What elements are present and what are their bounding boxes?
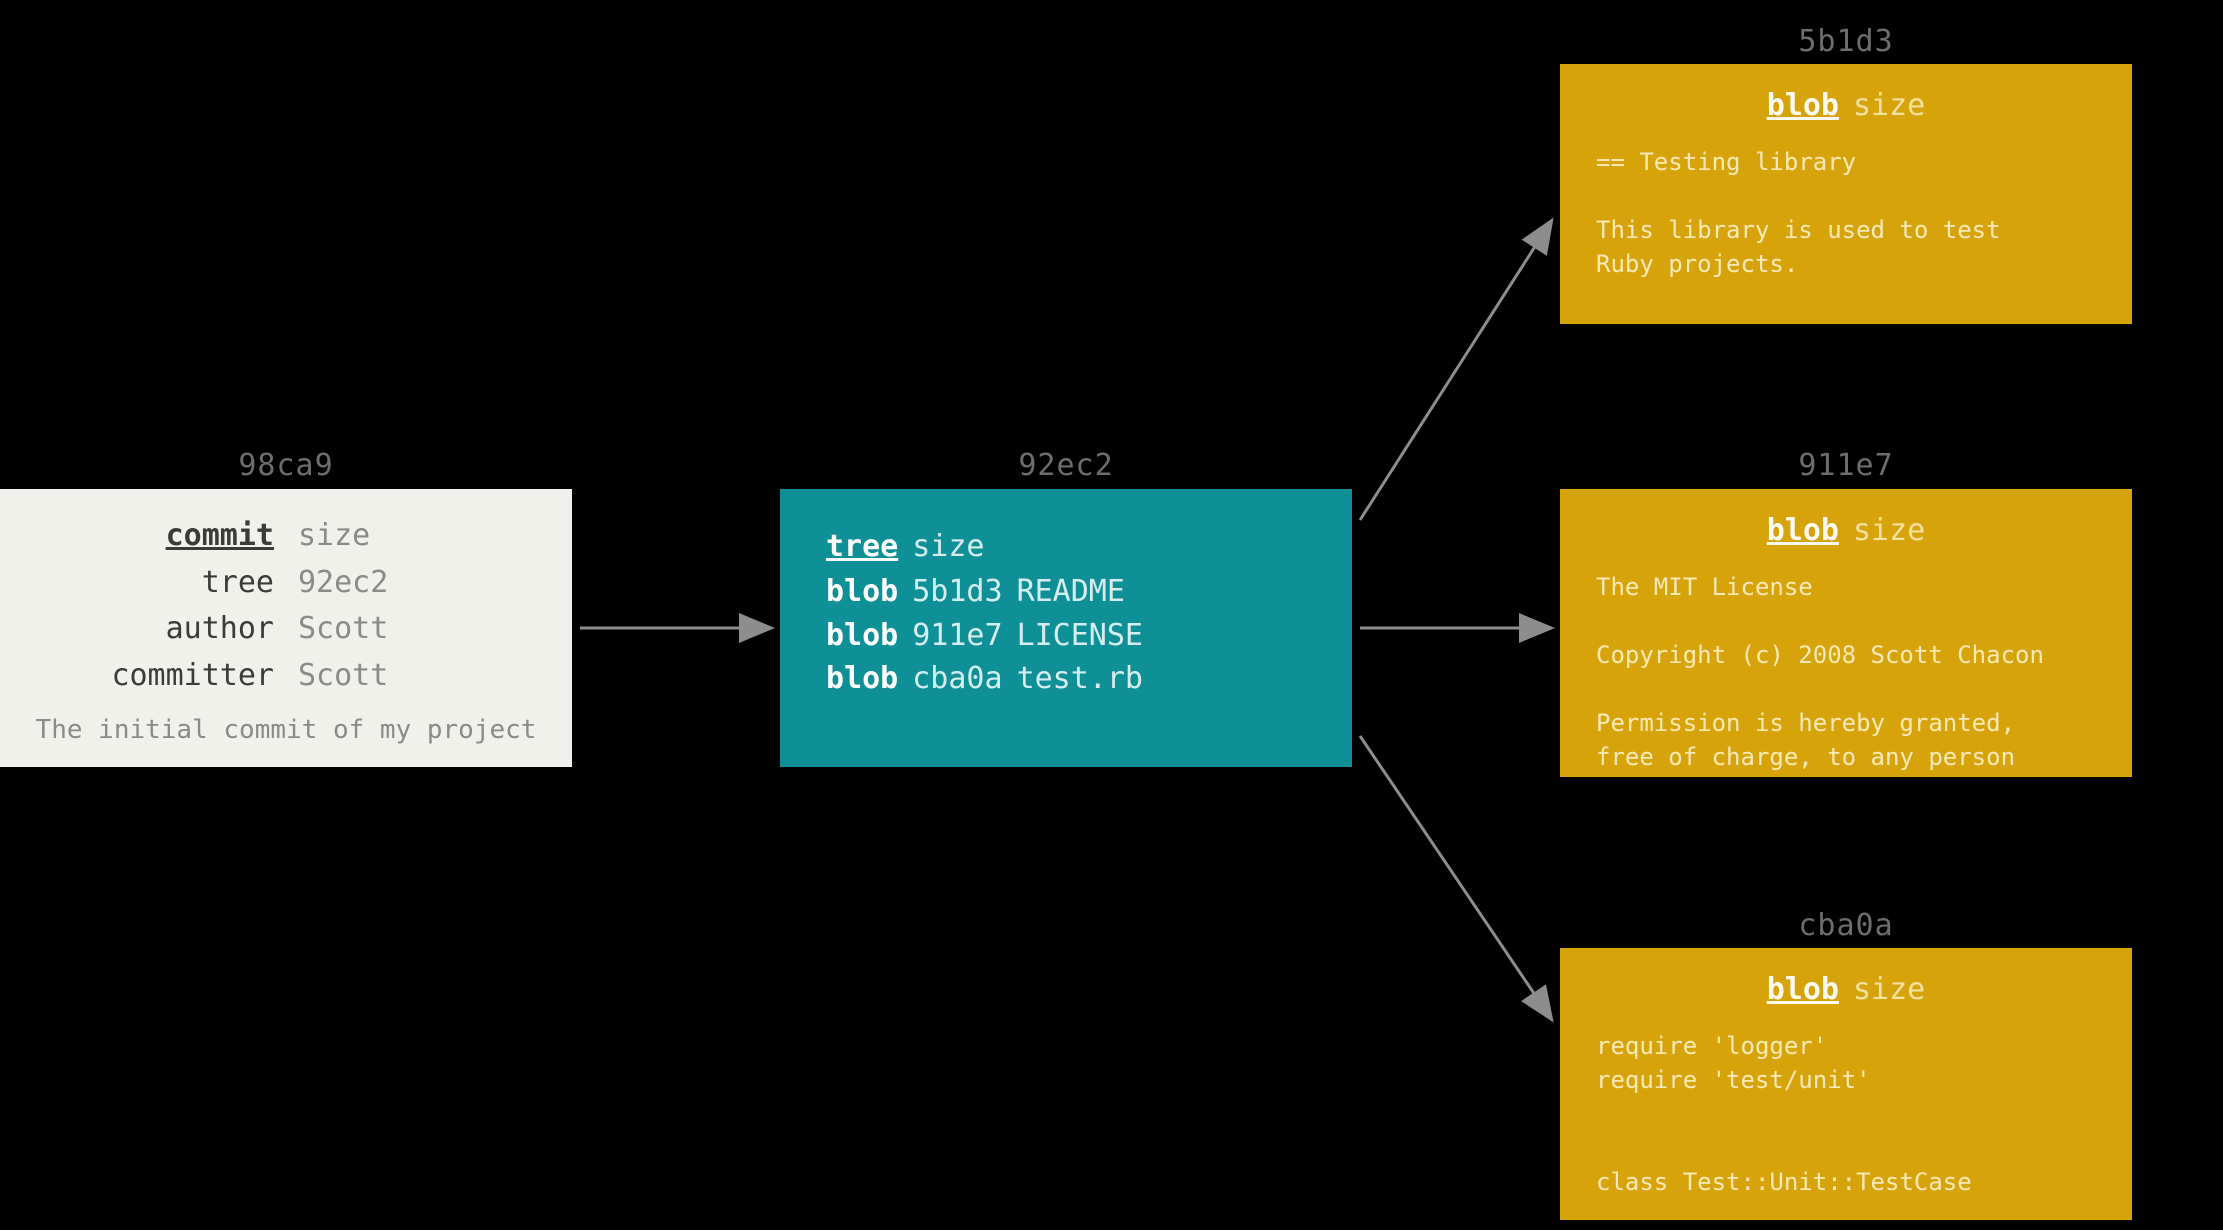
- commit-message: The initial commit of my project: [20, 715, 552, 745]
- arrow-tree-to-blob-1: [1360, 220, 1552, 520]
- tree-size-label: size: [912, 529, 984, 564]
- blob-size-label: size: [1853, 88, 1925, 123]
- tree-entry-sha: 911e7: [912, 618, 1002, 653]
- commit-field-tree-key: tree: [20, 562, 274, 605]
- blob-3-hash-label: cba0a: [1560, 908, 2132, 943]
- blob-size-label: size: [1853, 513, 1925, 548]
- tree-entry-sha: cba0a: [912, 661, 1002, 696]
- tree-entry-name: LICENSE: [1017, 618, 1143, 653]
- blob-object-box: blob size require 'logger' require 'test/…: [1560, 948, 2132, 1220]
- tree-entry-sha: 5b1d3: [912, 574, 1002, 609]
- commit-size-label: size: [298, 515, 552, 558]
- blob-content: The MIT License Copyright (c) 2008 Scott…: [1596, 570, 2096, 774]
- commit-field-committer-value: Scott: [298, 655, 552, 698]
- blob-object-box: blob size == Testing library This library…: [1560, 64, 2132, 324]
- blob-type-keyword: blob: [1767, 88, 1839, 123]
- commit-field-author-key: author: [20, 608, 274, 651]
- tree-type-keyword: tree: [826, 529, 898, 564]
- tree-hash-label: 92ec2: [780, 448, 1352, 483]
- commit-object-box: commit size tree 92ec2 author Scott comm…: [0, 489, 572, 767]
- blob-type-keyword: blob: [1767, 972, 1839, 1007]
- tree-object-box: tree size blob 5b1d3 README blob 911e7 LICENS…: [780, 489, 1352, 767]
- blob-content: require 'logger' require 'test/unit' cla…: [1596, 1029, 2096, 1199]
- commit-type-keyword: commit: [20, 515, 274, 558]
- commit-field-committer-key: committer: [20, 655, 274, 698]
- diagram-canvas: 98ca9 92ec2 5b1d3 911e7 cba0a commit siz…: [0, 0, 2223, 1230]
- arrow-tree-to-blob-3: [1360, 736, 1552, 1020]
- tree-entries: blob5b1d3README blob911e7LICENSE blobcba…: [826, 570, 1306, 701]
- commit-field-author-value: Scott: [298, 608, 552, 651]
- tree-entry-name: README: [1017, 574, 1125, 609]
- blob-type-keyword: blob: [1767, 513, 1839, 548]
- tree-entry: blob 5b1d3 README: [826, 570, 1306, 614]
- tree-entry: blob 911e7 LICENSE: [826, 614, 1306, 658]
- blob-object-box: blob size The MIT License Copyright (c) 2…: [1560, 489, 2132, 777]
- blob-content: == Testing library This library is used …: [1596, 145, 2096, 281]
- blob-size-label: size: [1853, 972, 1925, 1007]
- tree-entry: blob cba0a test.rb: [826, 657, 1306, 701]
- tree-entry-type: blob: [826, 574, 898, 609]
- commit-field-tree-value: 92ec2: [298, 562, 552, 605]
- tree-entry-type: blob: [826, 618, 898, 653]
- blob-2-hash-label: 911e7: [1560, 448, 2132, 483]
- commit-hash-label: 98ca9: [0, 448, 572, 483]
- tree-entry-name: test.rb: [1017, 661, 1143, 696]
- blob-1-hash-label: 5b1d3: [1560, 24, 2132, 59]
- tree-entry-type: blob: [826, 661, 898, 696]
